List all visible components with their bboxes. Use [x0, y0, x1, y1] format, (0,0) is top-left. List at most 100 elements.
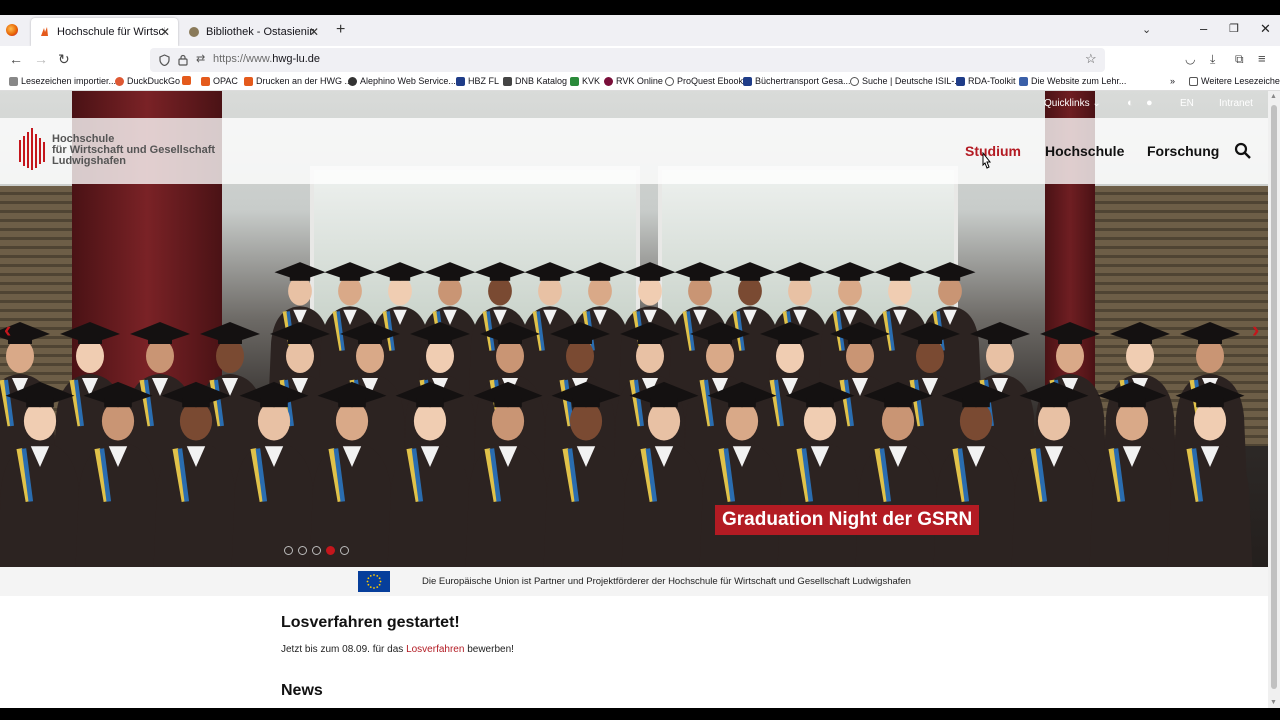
- website-icon: [1019, 76, 1028, 86]
- web-page: Quicklinks ⌄ ◐ ● EN Intranet Hochschule: [0, 91, 1268, 708]
- close-tab-icon[interactable]: ✕: [309, 25, 319, 39]
- hero-slider: Quicklinks ⌄ ◐ ● EN Intranet Hochschule: [0, 91, 1268, 567]
- alephino-icon: [348, 76, 357, 86]
- bookmark-label: Alephino Web Service...: [360, 76, 456, 86]
- slider-dot[interactable]: [340, 546, 349, 555]
- address-bar[interactable]: ⇄ https://www.hwg-lu.de ☆: [150, 48, 1105, 72]
- quicklinks-dropdown[interactable]: Quicklinks ⌄: [1044, 98, 1101, 109]
- permissions-icon[interactable]: ⇄: [196, 52, 205, 65]
- bookmark-item[interactable]: ProQuest Ebook: [665, 76, 743, 86]
- url-text[interactable]: https://www.hwg-lu.de: [213, 53, 320, 65]
- forward-arrow-icon[interactable]: →: [34, 51, 48, 67]
- bookmark-item[interactable]: Suche | Deutsche ISIL-...: [850, 76, 962, 86]
- pocket-icon[interactable]: ◡: [1185, 52, 1195, 66]
- slider-dot[interactable]: [312, 546, 321, 555]
- back-arrow-icon[interactable]: ←: [9, 51, 23, 67]
- intranet-link[interactable]: Intranet: [1219, 98, 1253, 109]
- bookmark-item[interactable]: RVK Online: [604, 76, 663, 86]
- more-bookmarks-chevron-icon[interactable]: »: [1170, 76, 1175, 86]
- bookmark-folder[interactable]: Weitere Lesezeichen: [1189, 76, 1280, 86]
- bookmark-item[interactable]: RDA-Toolkit: [956, 76, 1016, 86]
- rda-icon: [956, 76, 965, 86]
- mouse-pointer-icon: [982, 152, 992, 169]
- scroll-up-icon[interactable]: ▲: [1270, 93, 1277, 100]
- bookmark-item[interactable]: HBZ FL: [456, 76, 499, 86]
- bookmark-item[interactable]: DNB Katalog: [503, 76, 567, 86]
- bookmark-label: KVK: [582, 76, 601, 86]
- slider-prev-arrow-icon[interactable]: ‹: [4, 317, 11, 343]
- contrast-icon[interactable]: ◐: [1127, 97, 1134, 109]
- firefox-icon[interactable]: [6, 24, 18, 36]
- list-tabs-chevron-icon[interactable]: ⌄: [1142, 23, 1151, 36]
- extensions-icon[interactable]: ⧉: [1235, 52, 1244, 67]
- shield-icon[interactable]: [159, 54, 170, 66]
- bookmark-label: Weitere Lesezeichen: [1201, 76, 1280, 86]
- logo-wordmark[interactable]: Hochschule für Wirtschaft und Gesellscha…: [52, 134, 215, 167]
- close-window-icon[interactable]: ✕: [1260, 21, 1271, 37]
- tab-title: Bibliothek - Ostasieninstitut: [206, 26, 314, 38]
- notice-text-before: Jetzt bis zum 08.09. für das: [281, 644, 407, 655]
- bookmark-label: DNB Katalog: [515, 76, 568, 86]
- globe-icon: [850, 76, 859, 86]
- nav-forschung[interactable]: Forschung: [1147, 143, 1219, 159]
- bookmark-item[interactable]: Die Website zum Lehr...: [1019, 76, 1126, 86]
- kvk-icon: [570, 76, 579, 86]
- eu-partner-bar: Die Europäische Union ist Partner und Pr…: [0, 567, 1268, 596]
- logo-line-3: Ludwigshafen: [52, 155, 126, 167]
- download-icon[interactable]: ⤓: [1210, 52, 1215, 67]
- lock-icon[interactable]: [178, 54, 188, 66]
- nav-studium[interactable]: Studium: [965, 143, 1021, 159]
- close-tab-icon[interactable]: ✕: [160, 25, 170, 39]
- scroll-down-icon[interactable]: ▼: [1270, 699, 1277, 706]
- losverfahren-link[interactable]: Losverfahren: [406, 644, 464, 655]
- eu-flag-icon: [358, 571, 390, 592]
- hwg-icon: [201, 76, 210, 86]
- accessibility-icon[interactable]: ●: [1146, 97, 1153, 109]
- eu-partner-text: Die Europäische Union ist Partner und Pr…: [422, 576, 911, 587]
- slider-next-arrow-icon[interactable]: ›: [1252, 317, 1259, 343]
- notice-text: Jetzt bis zum 08.09. für das Losverfahre…: [281, 644, 514, 655]
- hbz-icon: [743, 76, 752, 86]
- tab-bibliothek[interactable]: Bibliothek - Ostasieninstitut ✕: [180, 18, 327, 46]
- slider-dot[interactable]: [284, 546, 293, 555]
- minimize-icon[interactable]: –: [1200, 21, 1207, 36]
- restore-icon[interactable]: ❐: [1229, 22, 1239, 35]
- bookmark-item[interactable]: Alephino Web Service...: [348, 76, 456, 86]
- bookmark-label: RDA-Toolkit: [968, 76, 1016, 86]
- bookmark-star-icon[interactable]: ☆: [1085, 51, 1097, 67]
- bookmark-item[interactable]: DuckDuckGo: [115, 76, 180, 86]
- new-tab-plus-icon[interactable]: +: [336, 21, 345, 39]
- bookmark-item[interactable]: [182, 76, 194, 85]
- bookmark-item[interactable]: OPAC: [201, 76, 238, 86]
- bookmark-item[interactable]: KVK: [570, 76, 600, 86]
- search-icon[interactable]: [1234, 142, 1252, 160]
- slider-dot[interactable]: [298, 546, 307, 555]
- tab-strip: Hochschule für Wirtschaft und ✕ Biblioth…: [0, 15, 1280, 46]
- slide-caption[interactable]: Graduation Night der GSRN: [715, 505, 980, 535]
- globe-icon: [665, 76, 674, 86]
- bookmark-label: Drucken an der HWG ...: [256, 76, 353, 86]
- scrollbar-thumb[interactable]: [1271, 105, 1277, 689]
- language-switch[interactable]: EN: [1180, 98, 1194, 109]
- bookmark-item[interactable]: Drucken an der HWG ...: [244, 76, 352, 86]
- notice-title: Losverfahren gestartet!: [281, 614, 460, 631]
- nav-hochschule[interactable]: Hochschule: [1045, 143, 1124, 159]
- menu-hamburger-icon[interactable]: ≡: [1258, 51, 1266, 66]
- url-domain: hwg-lu.de: [272, 53, 320, 65]
- navigation-toolbar: ← → ↻ ⇄ https://www.hwg-lu.de ☆ ◡ ⤓ ⧉ ≡: [0, 46, 1280, 74]
- hbz-icon: [456, 76, 465, 86]
- bookmark-label: Die Website zum Lehr...: [1031, 76, 1127, 86]
- slider-dot[interactable]: [326, 546, 335, 555]
- globe-favicon-icon: [189, 27, 199, 37]
- bookmark-item[interactable]: Lesezeichen importier...: [9, 76, 116, 86]
- bookmark-label: OPAC: [213, 76, 238, 86]
- hwg-logo-icon[interactable]: [19, 128, 49, 170]
- page-scrollbar[interactable]: ▲ ▼: [1268, 91, 1280, 708]
- tab-hwg[interactable]: Hochschule für Wirtschaft und ✕: [31, 18, 178, 46]
- bookmark-item[interactable]: Büchertransport Gesa...: [743, 76, 851, 86]
- bookmarks-toolbar: Lesezeichen importier... DuckDuckGo OPAC…: [0, 74, 1280, 91]
- hwg-favicon-icon: [41, 27, 48, 36]
- duckduckgo-icon: [115, 76, 124, 86]
- reload-icon[interactable]: ↻: [58, 51, 70, 68]
- bookmark-label: ProQuest Ebook: [677, 76, 744, 86]
